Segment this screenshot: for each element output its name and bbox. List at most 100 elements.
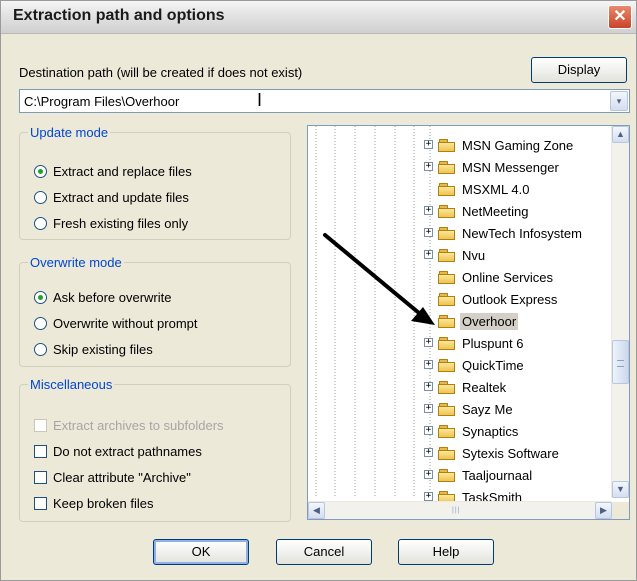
ok-button[interactable]: OK [153, 539, 249, 565]
expand-icon[interactable]: + [424, 426, 433, 435]
radio-extract-and-update[interactable]: Extract and update files [34, 188, 189, 206]
tree-item[interactable]: + NewTech Infosystem [424, 222, 584, 244]
tree-item-label: Sayz Me [462, 401, 513, 417]
tree-item-label: Outlook Express [462, 291, 558, 307]
tree-item[interactable]: + Synaptics [424, 420, 520, 442]
tree-item[interactable]: Online Services [424, 266, 555, 288]
tree-item-label: Sytexis Software [462, 445, 559, 461]
radio-button-checked[interactable] [34, 290, 47, 304]
close-button[interactable]: ✕ [608, 5, 632, 29]
option-label: Keep broken files [53, 495, 154, 511]
scroll-right-button[interactable]: ▶ [595, 502, 612, 519]
radio-button[interactable] [34, 216, 47, 230]
tree-item-label: Taaljournaal [462, 467, 533, 483]
radio-overwrite-without-prompt[interactable]: Overwrite without prompt [34, 314, 198, 332]
radio-button[interactable] [34, 190, 47, 204]
folder-icon [438, 226, 455, 240]
destination-path-combobox[interactable]: C:\Program Files\Overhoor I ▾ [19, 89, 630, 113]
option-label: Extract and update files [53, 189, 189, 205]
help-button[interactable]: Help [398, 539, 494, 565]
option-label: Ask before overwrite [53, 289, 172, 305]
expand-icon[interactable]: + [424, 360, 433, 369]
tree-item[interactable]: + Taaljournaal [424, 464, 534, 486]
expand-icon[interactable]: + [424, 492, 433, 501]
radio-skip-existing[interactable]: Skip existing files [34, 340, 153, 358]
radio-fresh-existing[interactable]: Fresh existing files only [34, 214, 188, 232]
tree-item-label: NewTech Infosystem [462, 225, 582, 241]
tree-item-label: MSN Messenger [462, 159, 559, 175]
checkbox[interactable] [34, 444, 47, 458]
expand-icon[interactable]: + [424, 206, 433, 215]
option-label: Extract archives to subfolders [53, 417, 224, 433]
tree-item[interactable]: + Sayz Me [424, 398, 515, 420]
tree-item[interactable]: Outlook Express [424, 288, 559, 310]
scrollbar-corner [612, 502, 629, 519]
tree-item[interactable]: + Pluspunt 6 [424, 332, 525, 354]
grip-icon [617, 360, 624, 367]
option-label: Skip existing files [53, 341, 153, 357]
scroll-down-button[interactable]: ▼ [612, 481, 629, 498]
expand-icon[interactable]: + [424, 338, 433, 347]
expand-icon[interactable]: + [424, 404, 433, 413]
tree-item-label: NetMeeting [462, 203, 529, 219]
scroll-up-button[interactable]: ▲ [612, 126, 629, 143]
dropdown-arrow-icon[interactable]: ▾ [610, 91, 628, 111]
annotation-arrow-icon [323, 233, 435, 325]
folder-icon [438, 402, 455, 416]
expand-icon[interactable]: + [424, 382, 433, 391]
radio-ask-before-overwrite[interactable]: Ask before overwrite [34, 288, 172, 306]
tree-item-label: Realtek [462, 379, 507, 395]
radio-button[interactable] [34, 316, 47, 330]
title-bar[interactable]: Extraction path and options ✕ [1, 1, 636, 34]
vertical-scrollbar[interactable]: ▲ ▼ [611, 126, 629, 498]
option-label: Overwrite without prompt [53, 315, 198, 331]
folder-icon [438, 248, 455, 262]
folder-icon [438, 138, 455, 152]
tree-item[interactable]: + MSN Gaming Zone [424, 134, 575, 156]
option-label: Extract and replace files [53, 163, 192, 179]
radio-button[interactable] [34, 342, 47, 356]
cancel-button[interactable]: Cancel [276, 539, 372, 565]
expand-icon[interactable]: + [424, 140, 433, 149]
folder-icon [438, 160, 455, 174]
checkbox[interactable] [34, 470, 47, 484]
scroll-left-button[interactable]: ◀ [308, 502, 325, 519]
overwrite-mode-legend: Overwrite mode [30, 255, 122, 270]
folder-icon [438, 380, 455, 394]
tree-item-label: Online Services [462, 269, 554, 285]
option-label: Clear attribute "Archive" [53, 469, 191, 485]
checkbox-clear-archive-attribute[interactable]: Clear attribute "Archive" [34, 468, 191, 486]
checkbox-keep-broken-files[interactable]: Keep broken files [34, 494, 153, 512]
radio-extract-and-replace[interactable]: Extract and replace files [34, 162, 192, 180]
checkbox[interactable] [34, 496, 47, 510]
update-mode-group: Update mode Extract and replace files Ex… [19, 125, 291, 240]
expand-icon[interactable]: + [424, 470, 433, 479]
expand-icon[interactable]: + [424, 162, 433, 171]
tree-item-label: MSXML 4.0 [462, 181, 530, 197]
tree-item[interactable]: + Realtek [424, 376, 508, 398]
horizontal-scrollbar[interactable]: ◀ ||| ▶ [308, 501, 612, 519]
folder-icon [438, 424, 455, 438]
checkbox-do-not-extract-pathnames[interactable]: Do not extract pathnames [34, 442, 202, 460]
checkbox-disabled [34, 418, 47, 432]
tree-item-label: QuickTime [462, 357, 524, 373]
ibeam-cursor-icon: I [257, 90, 263, 110]
tree-item-label: Synaptics [462, 423, 519, 439]
tree-item-label: MSN Gaming Zone [462, 137, 574, 153]
expand-icon[interactable]: + [424, 448, 433, 457]
display-button[interactable]: Display [531, 57, 627, 83]
vertical-scroll-thumb[interactable] [612, 340, 629, 384]
tree-item[interactable]: + QuickTime [424, 354, 526, 376]
tree-item-label: Overhoor [460, 312, 519, 330]
tree-item-label: Nvu [462, 247, 486, 263]
radio-button-checked[interactable] [34, 164, 47, 178]
tree-item[interactable]: + MSN Messenger [424, 156, 561, 178]
destination-path-value[interactable]: C:\Program Files\Overhoor [24, 94, 179, 109]
tree-item[interactable]: + NetMeeting [424, 200, 530, 222]
checkbox-extract-archives-to-subfolders: Extract archives to subfolders [34, 416, 224, 434]
tree-item-label: Pluspunt 6 [462, 335, 524, 351]
tree-item[interactable]: MSXML 4.0 [424, 178, 531, 200]
folder-icon [438, 292, 455, 306]
overwrite-mode-group: Overwrite mode Ask before overwrite Over… [19, 255, 291, 367]
tree-item[interactable]: + Sytexis Software [424, 442, 561, 464]
